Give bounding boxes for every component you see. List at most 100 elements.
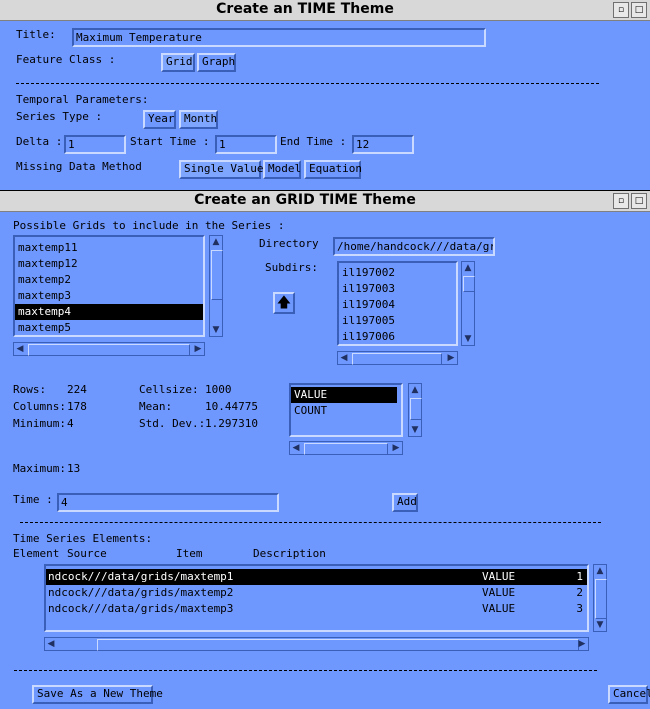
rows-value: 224 — [67, 383, 87, 396]
items-vscroll[interactable]: ▲ ▼ — [408, 383, 422, 437]
scroll-thumb[interactable] — [463, 276, 475, 292]
scroll-thumb[interactable] — [97, 639, 579, 651]
grids-hscroll[interactable]: ◀ ▶ — [13, 342, 205, 356]
subdirs-list[interactable]: il197002 il197003 il197004 il197005 il19… — [337, 261, 458, 346]
up-directory-button[interactable]: 🡅 — [273, 292, 295, 314]
elements-vscroll[interactable]: ▲ ▼ — [593, 564, 607, 632]
elements-list[interactable]: ndcock///data/grids/maxtemp1 VALUE 1 ndc… — [44, 564, 589, 632]
row-element: 3 — [576, 602, 583, 615]
scroll-left-icon[interactable]: ◀ — [290, 442, 302, 454]
cellsize-label: Cellsize: — [139, 383, 199, 396]
save-as-new-theme-button[interactable]: Save As a New Theme — [32, 685, 163, 704]
subdirs-hscroll[interactable]: ◀ ▶ — [337, 351, 458, 365]
time-input[interactable]: 4 — [57, 493, 279, 512]
row-item: VALUE — [482, 570, 516, 583]
scroll-thumb[interactable] — [595, 579, 607, 619]
list-item[interactable]: COUNT — [291, 403, 401, 419]
scroll-up-icon[interactable]: ▲ — [462, 262, 474, 274]
items-list[interactable]: VALUE COUNT — [289, 383, 403, 437]
mean-label: Mean: — [139, 400, 173, 413]
list-item[interactable]: maxtemp3 — [15, 288, 203, 304]
row-source: ndcock///data/grids/maxtemp3 — [48, 602, 234, 615]
table-row[interactable]: ndcock///data/grids/maxtemp2 VALUE 2 — [46, 585, 587, 601]
table-row[interactable]: ndcock///data/grids/maxtemp1 VALUE 1 — [46, 569, 587, 585]
scroll-up-icon[interactable]: ▲ — [409, 384, 421, 396]
minimum-label: Minimum: — [13, 417, 66, 430]
scroll-right-icon[interactable]: ▶ — [445, 352, 457, 364]
list-item[interactable]: il197003 — [339, 281, 456, 297]
scroll-left-icon[interactable]: ◀ — [338, 352, 350, 364]
scroll-thumb[interactable] — [211, 250, 223, 300]
scroll-up-icon[interactable]: ▲ — [210, 236, 222, 248]
equation-button[interactable]: Equation — [304, 160, 362, 179]
delta-input[interactable]: 1 — [64, 135, 126, 154]
grid-button[interactable]: Grid — [161, 53, 195, 72]
scroll-right-icon[interactable]: ▶ — [390, 442, 402, 454]
scroll-down-icon[interactable]: ▼ — [462, 333, 474, 345]
elements-hscroll[interactable]: ◀ ▶ — [44, 637, 589, 651]
scroll-left-icon[interactable]: ◀ — [45, 638, 57, 650]
scroll-right-icon[interactable]: ▶ — [192, 343, 204, 355]
maximum-label: Maximum: — [13, 462, 66, 475]
column-header-description: Description — [253, 547, 326, 560]
up-arrow-icon: 🡅 — [276, 295, 292, 311]
end-time-input[interactable]: 12 — [352, 135, 414, 154]
table-row[interactable]: ndcock///data/grids/maxtemp3 VALUE 3 — [46, 601, 587, 617]
add-button[interactable]: Add — [392, 493, 418, 512]
delta-label: Delta : — [16, 135, 63, 148]
maximum-value: 13 — [67, 462, 81, 475]
end-time-label: End Time : — [280, 135, 347, 148]
scroll-left-icon[interactable]: ◀ — [14, 343, 26, 355]
list-item[interactable]: il197004 — [339, 297, 456, 313]
subdirs-vscroll[interactable]: ▲ ▼ — [461, 261, 475, 346]
scroll-thumb[interactable] — [304, 443, 388, 455]
separator — [14, 670, 597, 671]
maximize-icon[interactable]: □ — [631, 193, 647, 209]
list-item[interactable]: il197002 — [339, 265, 456, 281]
list-item[interactable]: il197006 — [339, 329, 456, 344]
scroll-down-icon[interactable]: ▼ — [210, 324, 222, 336]
title-bar[interactable]: Create an GRID TIME Theme ▫ □ — [0, 191, 650, 212]
graph-button[interactable]: Graph — [197, 53, 236, 72]
directory-label: Directory — [259, 237, 319, 250]
single-value-button[interactable]: Single Value — [179, 160, 263, 179]
minimize-icon[interactable]: ▫ — [613, 2, 629, 18]
subdirs-label: Subdirs: — [265, 261, 318, 274]
window-title: Create an GRID TIME Theme — [194, 192, 416, 208]
title-bar[interactable]: Create an TIME Theme ▫ □ — [0, 0, 650, 21]
scroll-thumb[interactable] — [28, 344, 190, 356]
maximize-icon[interactable]: □ — [631, 2, 647, 18]
model-button[interactable]: Model — [263, 160, 301, 179]
columns-value: 178 — [67, 400, 87, 413]
directory-input[interactable]: /home/handcock///data/grid — [333, 237, 495, 256]
row-element: 1 — [576, 570, 583, 583]
list-item[interactable]: maxtemp12 — [15, 256, 203, 272]
grids-vscroll[interactable]: ▲ ▼ — [209, 235, 223, 337]
scroll-right-icon[interactable]: ▶ — [576, 638, 588, 650]
list-item[interactable]: maxtemp5 — [15, 320, 203, 335]
year-button[interactable]: Year — [143, 110, 176, 129]
scroll-down-icon[interactable]: ▼ — [409, 424, 421, 436]
column-header-item: Item — [176, 547, 203, 560]
list-item[interactable]: maxtemp2 — [15, 272, 203, 288]
minimize-icon[interactable]: ▫ — [613, 193, 629, 209]
minimum-value: 4 — [67, 417, 74, 430]
list-item-selected[interactable]: maxtemp4 — [15, 304, 203, 320]
scroll-thumb[interactable] — [410, 398, 422, 420]
stddev-label: Std. Dev.: — [139, 417, 206, 430]
grids-list[interactable]: maxtemp11 maxtemp12 maxtemp2 maxtemp3 ma… — [13, 235, 205, 337]
cancel-button[interactable]: Cancel — [608, 685, 650, 704]
month-button[interactable]: Month — [179, 110, 218, 129]
start-time-input[interactable]: 1 — [215, 135, 277, 154]
separator — [20, 522, 601, 523]
list-item[interactable]: il197005 — [339, 313, 456, 329]
possible-grids-label: Possible Grids to include in the Series … — [13, 219, 285, 232]
list-item-selected[interactable]: VALUE — [291, 387, 397, 403]
list-item[interactable]: maxtemp11 — [15, 240, 203, 256]
scroll-down-icon[interactable]: ▼ — [594, 619, 606, 631]
series-type-label: Series Type : — [16, 110, 103, 123]
scroll-up-icon[interactable]: ▲ — [594, 565, 606, 577]
scroll-thumb[interactable] — [352, 353, 442, 365]
title-input[interactable]: Maximum Temperature — [72, 28, 486, 47]
items-hscroll[interactable]: ◀ ▶ — [289, 441, 403, 455]
